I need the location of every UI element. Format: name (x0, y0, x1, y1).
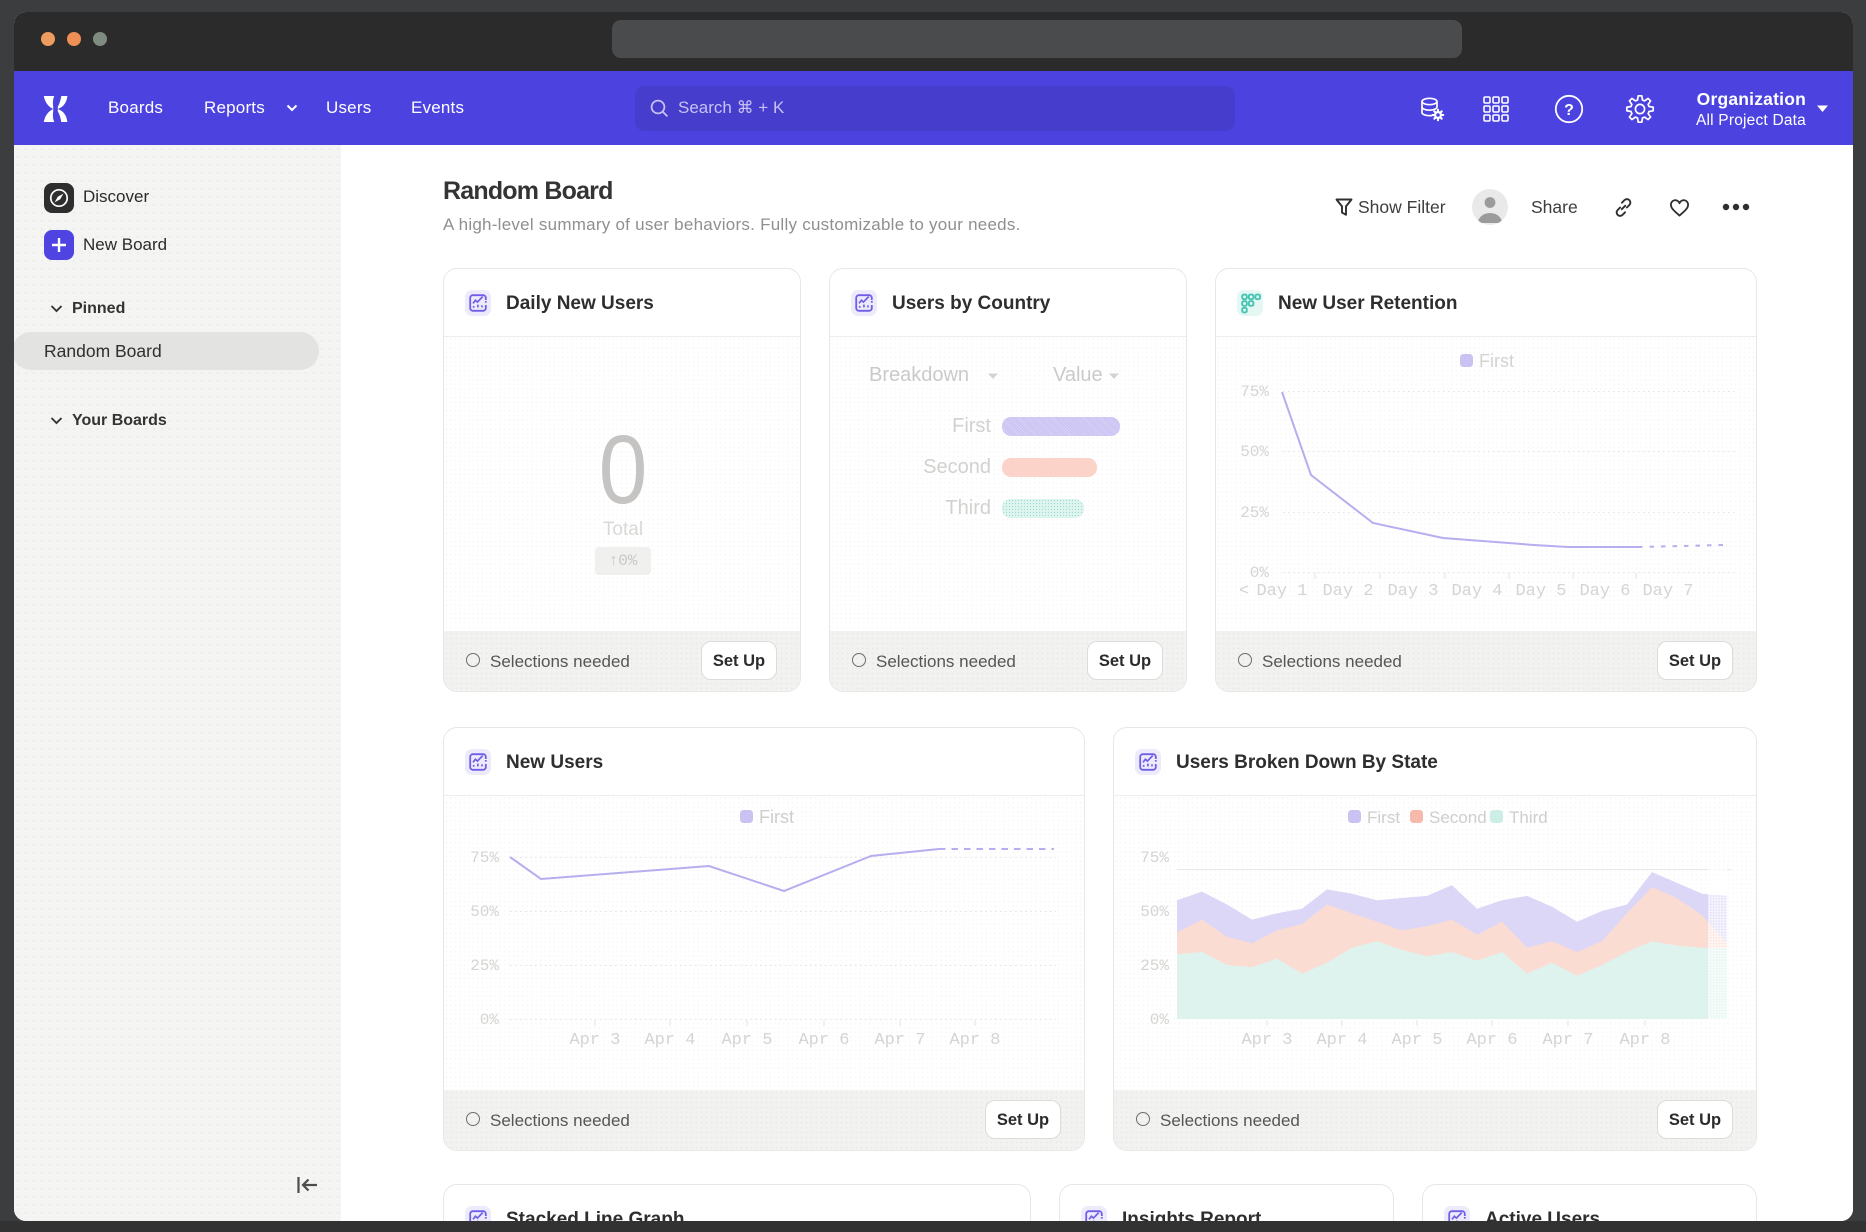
svg-text:?: ? (1564, 102, 1574, 119)
